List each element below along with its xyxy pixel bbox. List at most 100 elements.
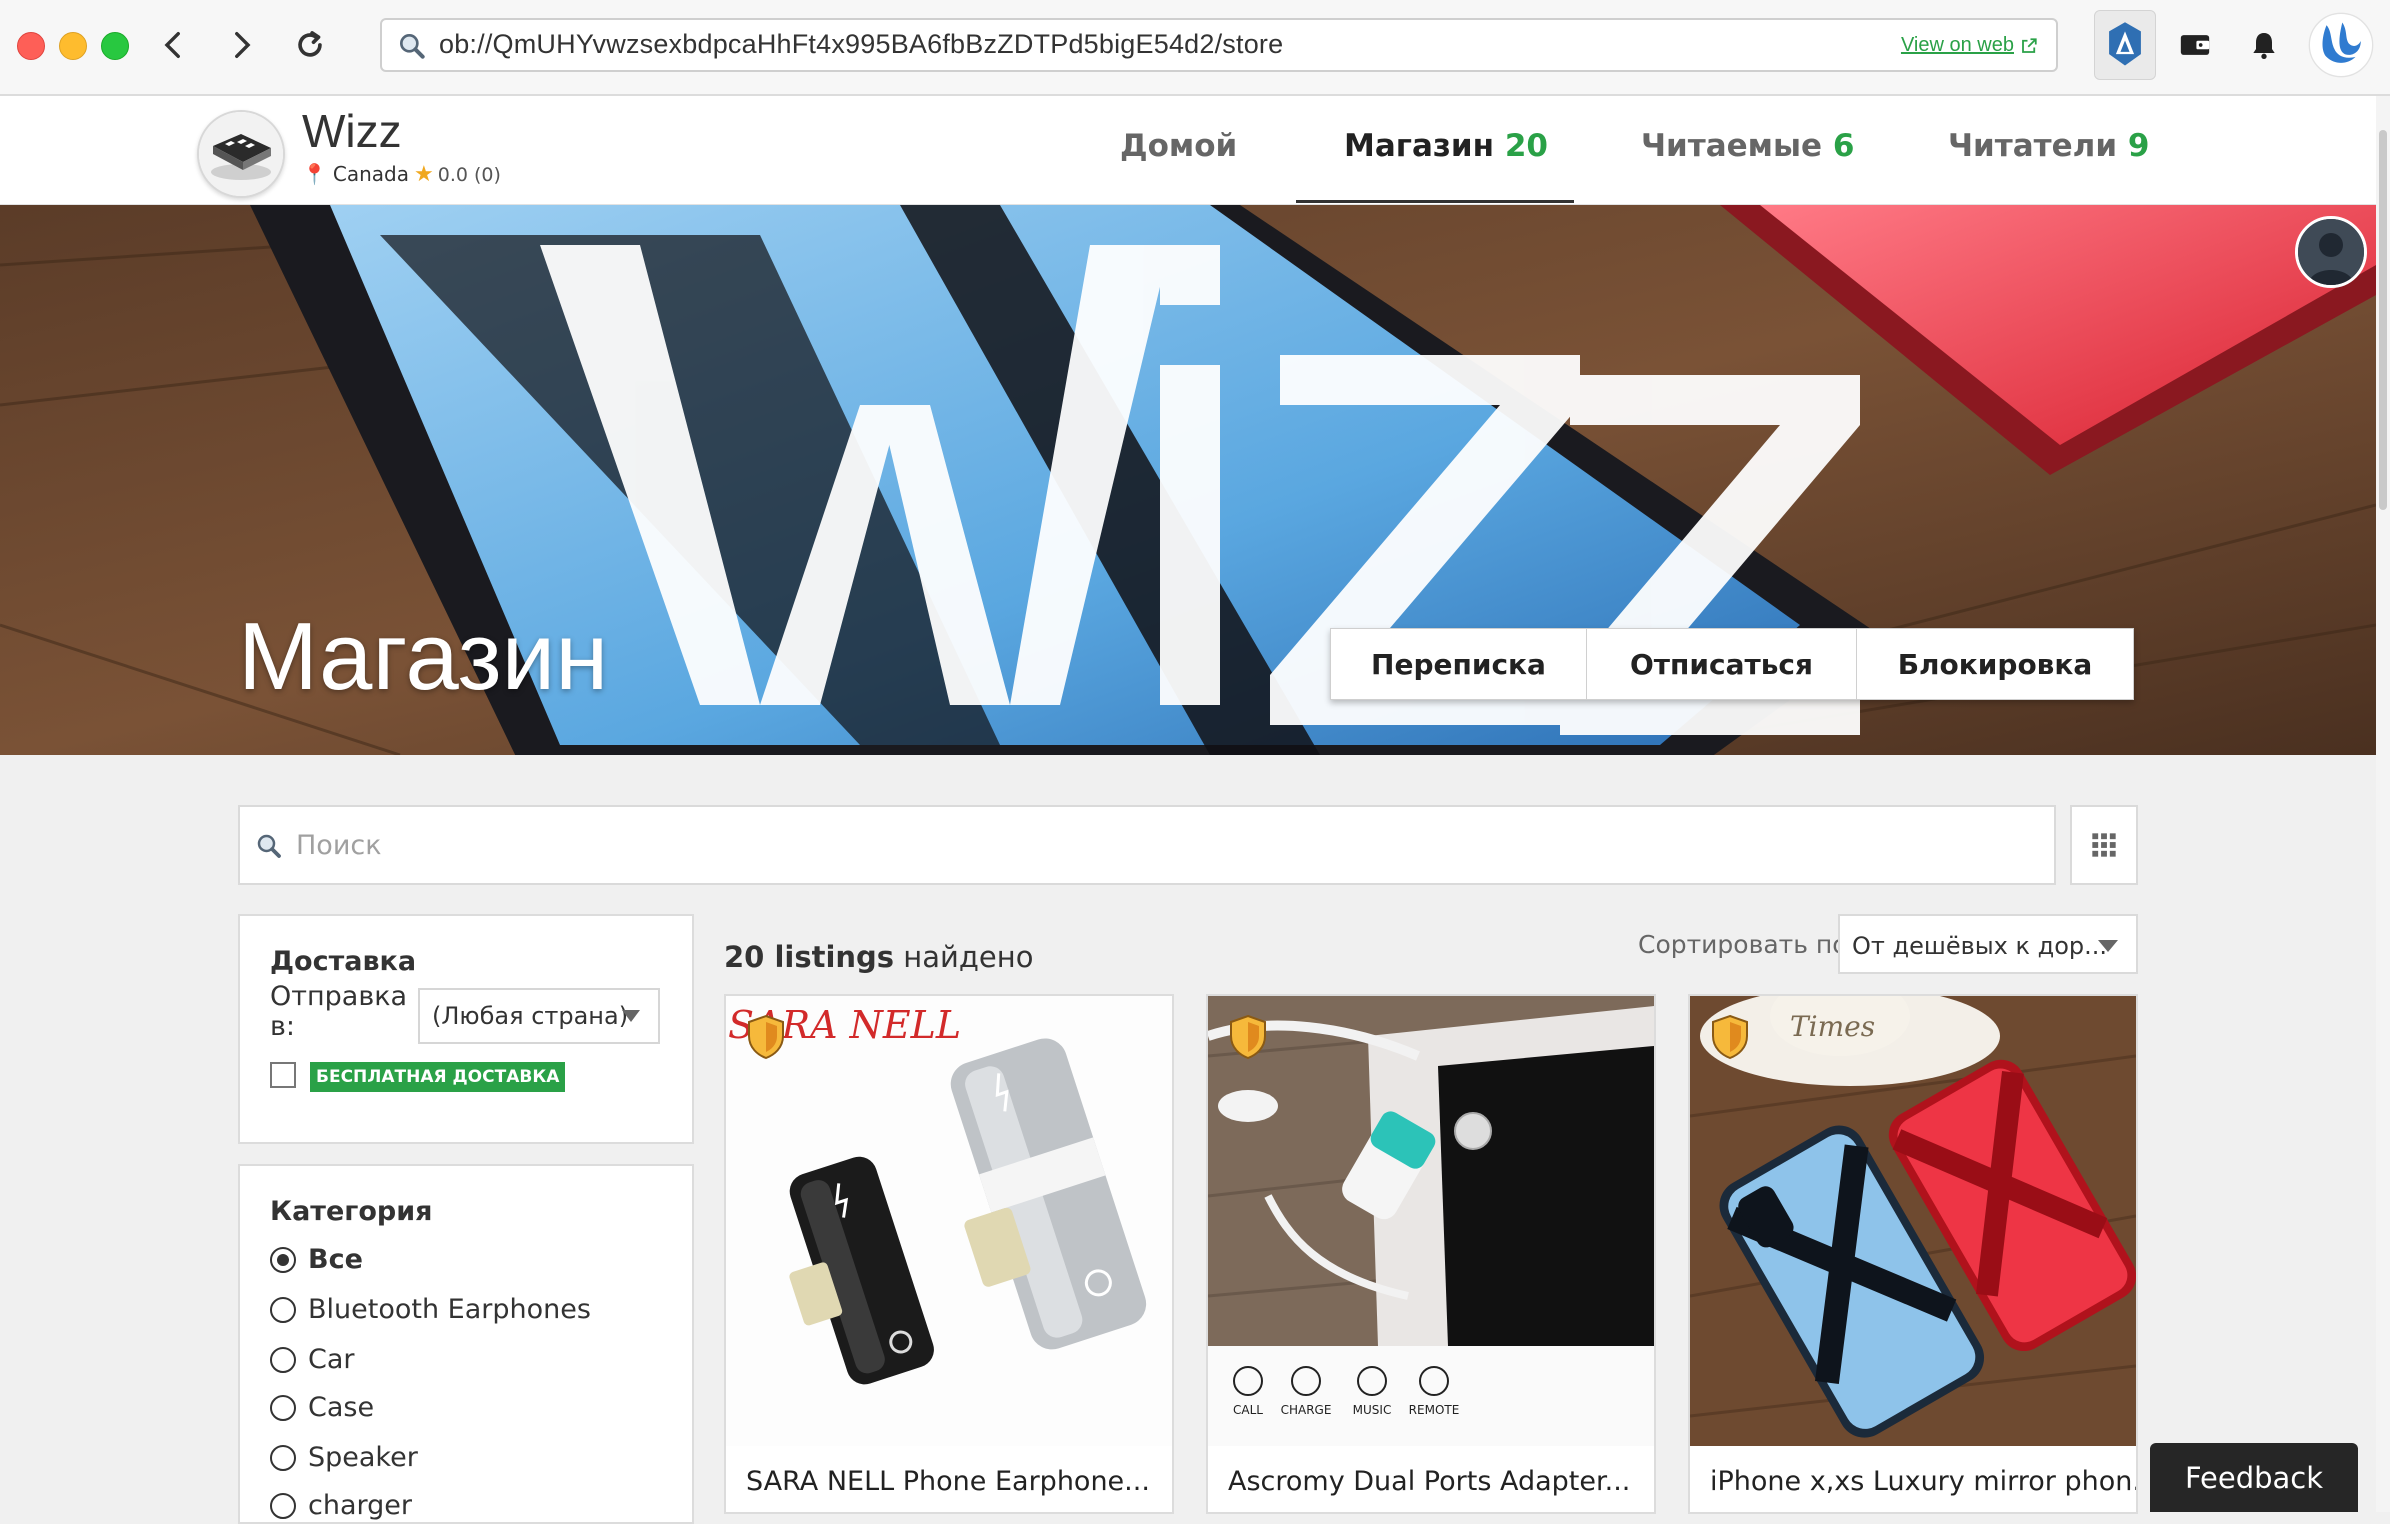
window-close-button[interactable]: [17, 32, 45, 60]
radio-icon: [270, 1444, 296, 1471]
mirror-phone-case-image: Times: [1690, 996, 2136, 1446]
user-avatar[interactable]: [2295, 216, 2367, 288]
discover-icon: [2109, 22, 2141, 66]
radio-icon: [270, 1296, 296, 1323]
back-button[interactable]: [150, 20, 198, 70]
search-placeholder: Поиск: [296, 830, 382, 861]
tab-store-label: Магазин: [1344, 128, 1495, 164]
listing-image[interactable]: Times: [1690, 996, 2136, 1446]
category-option-label: charger: [308, 1490, 412, 1521]
free-shipping-checkbox[interactable]: [270, 1062, 296, 1088]
browser-toolbar: ob://QmUHYvwzsexbdpcaHhFt4x995BA6fbBzZDT…: [0, 0, 2390, 96]
user-avatar-icon: [2298, 219, 2364, 285]
category-title: Категория: [270, 1196, 433, 1227]
shipping-title: Доставка: [270, 946, 417, 977]
listing-card[interactable]: CALL CHARGE MUSIC REMOTE Ascromy Dual Po…: [1206, 994, 1656, 1514]
listing-card[interactable]: Times iPhone x,xs Luxury mirror phon...: [1688, 994, 2138, 1514]
category-option-speaker[interactable]: Speaker: [270, 1442, 418, 1473]
category-option-label: Все: [308, 1244, 363, 1275]
block-button[interactable]: Блокировка: [1857, 629, 2133, 699]
store-rating[interactable]: ★ 0.0 (0): [414, 162, 501, 187]
listings-count: 20 listings найдено: [724, 940, 1033, 974]
forward-button[interactable]: [217, 20, 265, 70]
store-banner: Магазин Переписка Отписаться Блокировка: [0, 205, 2376, 755]
search-input[interactable]: Поиск: [238, 805, 2056, 885]
radio-icon: [270, 1346, 296, 1373]
listing-title[interactable]: iPhone x,xs Luxury mirror phon...: [1710, 1466, 2136, 1497]
notifications-button[interactable]: [2233, 10, 2295, 80]
category-filter-panel: Категория Все Bluetooth Earphones Car Ca…: [238, 1164, 694, 1524]
sort-label: Сортировать по: [1638, 930, 1848, 959]
profile-menu-button[interactable]: [2306, 10, 2376, 80]
hero-title: Магазин: [238, 603, 609, 710]
reload-button[interactable]: [286, 20, 334, 70]
tab-home-label: Домой: [1120, 128, 1238, 164]
store-logo-icon: [199, 112, 283, 196]
listings-count-number: 20 listings: [724, 940, 895, 974]
ship-to-label: Отправка в:: [270, 981, 408, 1042]
url-text[interactable]: ob://QmUHYvwzsexbdpcaHhFt4x995BA6fbBzZDT…: [439, 29, 1283, 60]
listing-image[interactable]: SARA NELL: [726, 996, 1172, 1446]
reload-icon: [298, 31, 322, 57]
category-option-label: Car: [308, 1344, 355, 1375]
store-rating-value: 0.0 (0): [437, 163, 501, 186]
sort-value: От дешёвых к дор...: [1852, 932, 2108, 960]
caret-down-icon: [2098, 940, 2118, 952]
caret-down-icon: [622, 1010, 640, 1022]
tab-store-count: 20: [1504, 128, 1548, 164]
dual-port-adapter-image: CALL CHARGE MUSIC REMOTE: [1208, 996, 1654, 1446]
grid-icon: [2092, 833, 2116, 857]
scrollbar-thumb[interactable]: [2379, 130, 2387, 510]
free-shipping-badge: БЕСПЛАТНАЯ ДОСТАВКА: [310, 1062, 566, 1092]
feature-call-label: CALL: [1233, 1403, 1263, 1417]
active-tab-indicator: [1296, 200, 1574, 203]
shipping-filter-panel: Доставка Отправка в: (Любая страна) БЕСП…: [238, 914, 694, 1144]
grid-view-button[interactable]: [2070, 805, 2138, 885]
profile-avatar-icon: [2308, 12, 2374, 78]
feedback-button[interactable]: Feedback: [2150, 1443, 2358, 1512]
store-name: Wizz: [302, 105, 402, 157]
window-minimize-button[interactable]: [59, 32, 87, 60]
listing-image[interactable]: CALL CHARGE MUSIC REMOTE: [1208, 996, 1654, 1446]
tab-store[interactable]: Магазин 20: [1344, 128, 1548, 164]
tab-following-count: 6: [1832, 128, 1855, 164]
bell-icon: [2253, 33, 2275, 59]
search-icon: [257, 834, 281, 858]
store-avatar[interactable]: [197, 110, 285, 198]
tab-following-label: Читаемые: [1641, 128, 1823, 164]
ship-country-select[interactable]: (Любая страна): [418, 988, 660, 1044]
listing-title[interactable]: Ascromy Dual Ports Adapter...: [1228, 1466, 1630, 1497]
tab-followers-label: Читатели: [1948, 128, 2118, 164]
verified-shield-icon: [1712, 1014, 1748, 1060]
store-header: Wizz 📍 Canada ★ 0.0 (0) Домой Магазин 20…: [0, 96, 2376, 205]
verified-shield-icon: [1230, 1014, 1266, 1060]
category-option-label: Speaker: [308, 1442, 418, 1473]
store-location-label: Canada: [332, 162, 410, 186]
search-icon: [400, 33, 425, 59]
category-option-bluetooth-earphones[interactable]: Bluetooth Earphones: [270, 1294, 591, 1325]
feature-charge-label: CHARGE: [1281, 1403, 1332, 1417]
message-button[interactable]: Переписка: [1331, 629, 1587, 699]
tab-followers[interactable]: Читатели 9: [1948, 128, 2149, 164]
location-pin-icon: 📍: [302, 162, 327, 186]
chevron-right-icon: [235, 31, 251, 59]
feature-remote-label: REMOTE: [1409, 1403, 1460, 1417]
address-bar[interactable]: ob://QmUHYvwzsexbdpcaHhFt4x995BA6fbBzZDT…: [380, 18, 2058, 72]
listing-title[interactable]: SARA NELL Phone Earphone...: [746, 1466, 1150, 1497]
sort-select[interactable]: От дешёвых к дор...: [1838, 914, 2138, 974]
category-option-all[interactable]: Все: [270, 1244, 363, 1275]
tab-followers-count: 9: [2127, 128, 2150, 164]
earphone-adapter-image: SARA NELL: [726, 996, 1172, 1446]
tab-home[interactable]: Домой: [1120, 128, 1237, 164]
category-option-charger[interactable]: charger: [270, 1490, 412, 1521]
tab-following[interactable]: Читаемые 6: [1641, 128, 1854, 164]
chevron-left-icon: [164, 31, 180, 59]
listing-card[interactable]: SARA NELL SARA NELL Phone Earphone...: [724, 994, 1174, 1514]
wallet-button[interactable]: [2164, 10, 2226, 80]
window-zoom-button[interactable]: [101, 32, 129, 60]
unfollow-button[interactable]: Отписаться: [1587, 629, 1857, 699]
category-option-car[interactable]: Car: [270, 1344, 355, 1375]
view-on-web-link[interactable]: View on web: [1901, 34, 2038, 57]
category-option-case[interactable]: Case: [270, 1392, 374, 1423]
discover-button[interactable]: [2094, 10, 2156, 80]
